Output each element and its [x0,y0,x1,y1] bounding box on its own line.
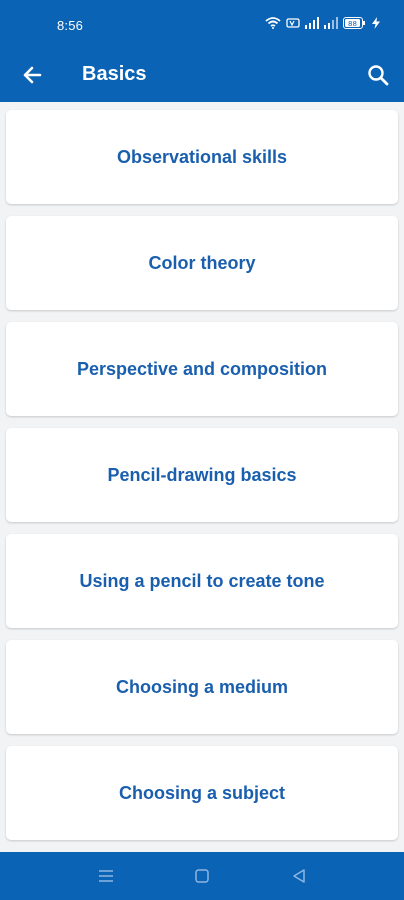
topic-card-color-theory[interactable]: Color theory [6,216,398,310]
charging-icon [372,17,380,29]
status-bar: 8:56 88 [0,0,404,50]
recent-apps-button[interactable] [96,866,116,886]
system-nav-bar [0,852,404,900]
topic-label: Choosing a medium [115,676,288,697]
topic-label: Using a pencil to create tone [79,570,325,591]
back-button[interactable] [16,59,48,91]
battery-level: 88 [348,20,357,28]
battery-icon: 88 [343,17,365,29]
topic-label: Color theory [148,252,256,273]
back-triangle-icon [293,869,305,883]
topic-label: Choosing a subject [118,782,286,803]
volte-icon [286,18,300,28]
topic-card-observational-skills[interactable]: Observational skills [6,110,398,204]
status-time: 8:56 [57,18,84,33]
topic-card-choosing-medium[interactable]: Choosing a medium [6,640,398,734]
topic-label: Perspective and composition [76,358,328,379]
signal-icon-1 [305,17,319,29]
topic-card-pencil-tone[interactable]: Using a pencil to create tone [6,534,398,628]
arrow-left-icon [23,66,42,84]
home-button[interactable] [192,866,212,886]
status-icons: 88 [265,17,380,29]
wifi-icon [265,17,281,29]
search-button[interactable] [362,59,394,91]
home-icon [195,869,209,883]
search-icon [368,65,389,86]
topic-card-pencil-drawing-basics[interactable]: Pencil-drawing basics [6,428,398,522]
app-bar: Basics [0,50,404,102]
menu-icon [99,870,113,882]
topic-label: Pencil-drawing basics [107,464,297,485]
signal-icon-2 [324,17,338,29]
system-back-button[interactable] [289,866,309,886]
topic-card-perspective-composition[interactable]: Perspective and composition [6,322,398,416]
topic-label: Observational skills [116,146,288,167]
topic-card-choosing-subject[interactable]: Choosing a subject [6,746,398,840]
topic-list: Observational skills Color theory Perspe… [6,110,398,852]
page-title: Basics [82,63,147,85]
